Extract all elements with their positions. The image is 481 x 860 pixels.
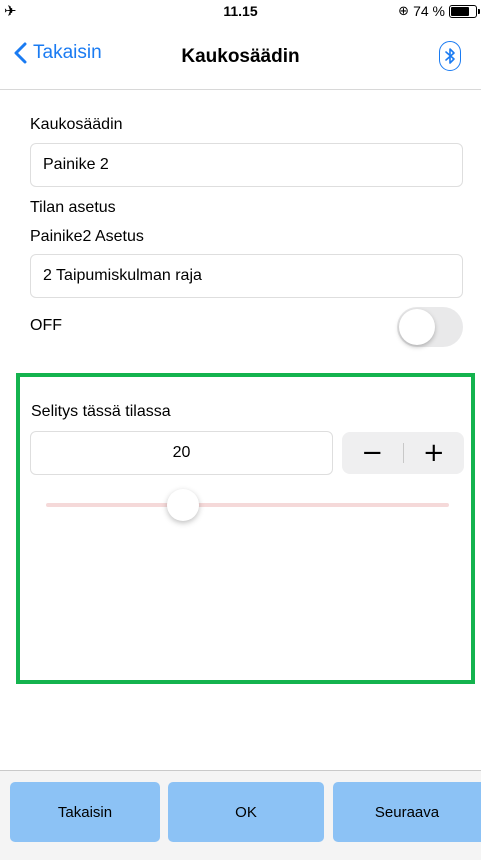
remote-label: Kaukosäädin bbox=[30, 116, 123, 133]
increment-button[interactable]: + bbox=[404, 432, 465, 474]
orientation-lock-icon: ⊕ bbox=[398, 3, 410, 19]
decrement-button[interactable]: − bbox=[342, 432, 403, 474]
bottom-toolbar: Takaisin OK Seuraava bbox=[0, 770, 481, 860]
switch-label: OFF bbox=[30, 317, 62, 334]
toggle-knob bbox=[399, 309, 435, 345]
footer-back-button[interactable]: Takaisin bbox=[10, 782, 160, 842]
value-stepper: − + bbox=[342, 432, 464, 474]
value-field[interactable]: 20 bbox=[30, 431, 333, 475]
status-right: ⊕ 74 % bbox=[398, 3, 480, 19]
page-title: Kaukosäädin bbox=[181, 46, 300, 67]
nav-bar: Takaisin Kaukosäädin bbox=[0, 22, 481, 90]
button-setting-label: Painike2 Asetus bbox=[30, 228, 144, 245]
off-toggle[interactable] bbox=[397, 307, 463, 347]
status-bar: ✈ 11.15 ⊕ 74 % bbox=[0, 0, 481, 22]
bluetooth-icon bbox=[445, 48, 455, 64]
next-button[interactable]: Seuraava bbox=[333, 782, 481, 842]
slider-thumb[interactable] bbox=[167, 489, 200, 521]
bluetooth-button[interactable] bbox=[439, 41, 461, 71]
battery-fill bbox=[451, 6, 469, 16]
ok-button[interactable]: OK bbox=[168, 782, 324, 842]
battery-icon bbox=[449, 4, 480, 18]
mode-description-panel: Selitys tässä tilassa 20 − + bbox=[16, 373, 475, 684]
slider-track bbox=[46, 503, 449, 507]
mode-setting-label: Tilan asetus bbox=[30, 199, 116, 216]
value-slider[interactable] bbox=[46, 489, 449, 521]
panel-title: Selitys tässä tilassa bbox=[31, 403, 171, 420]
battery-percent: 74 % bbox=[413, 3, 445, 19]
button-setting-field[interactable]: 2 Taipumiskulman raja bbox=[30, 254, 463, 298]
remote-field[interactable]: Painike 2 bbox=[30, 143, 463, 187]
